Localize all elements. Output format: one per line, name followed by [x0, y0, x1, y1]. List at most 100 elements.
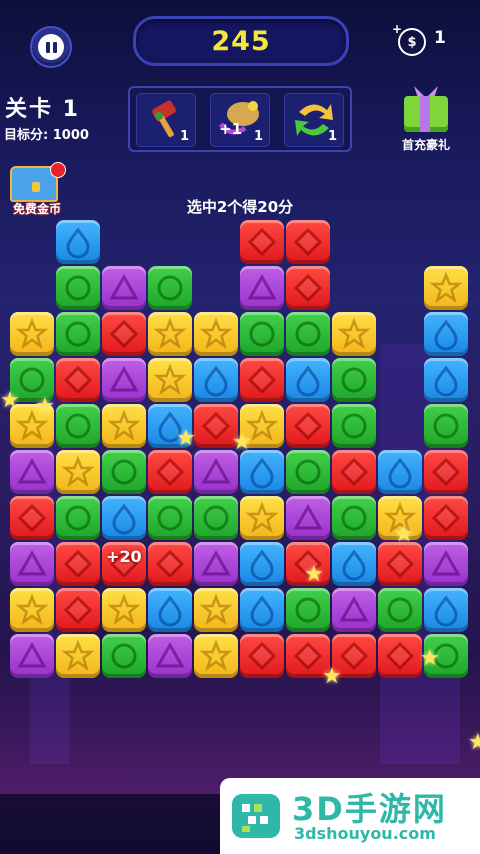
- blue-drop-tile[interactable]: [424, 588, 468, 632]
- yellow-star-tile[interactable]: [56, 634, 100, 678]
- purple-triangle-tile[interactable]: [10, 542, 54, 586]
- purple-triangle-tile[interactable]: [102, 266, 146, 310]
- drop-icon: [434, 595, 458, 627]
- green-circle-tile[interactable]: [286, 588, 330, 632]
- yellow-star-tile[interactable]: [10, 312, 54, 356]
- star-icon: [15, 317, 49, 350]
- red-diamond-tile[interactable]: [10, 496, 54, 540]
- diamond-icon: [431, 457, 461, 487]
- purple-triangle-tile[interactable]: [10, 634, 54, 678]
- red-diamond-tile[interactable]: [378, 542, 422, 586]
- red-diamond-tile[interactable]: [424, 496, 468, 540]
- purple-triangle-tile[interactable]: [424, 542, 468, 586]
- red-diamond-tile[interactable]: [286, 220, 330, 264]
- yellow-star-tile[interactable]: [194, 588, 238, 632]
- red-diamond-tile[interactable]: [102, 312, 146, 356]
- green-circle-tile[interactable]: [56, 266, 100, 310]
- green-circle-tile[interactable]: [194, 496, 238, 540]
- green-circle-tile[interactable]: [332, 358, 376, 402]
- red-diamond-tile[interactable]: [148, 542, 192, 586]
- purple-triangle-tile[interactable]: [10, 450, 54, 494]
- purple-triangle-tile[interactable]: [194, 450, 238, 494]
- green-circle-tile[interactable]: [148, 266, 192, 310]
- purple-triangle-tile[interactable]: [332, 588, 376, 632]
- blue-drop-tile[interactable]: [148, 588, 192, 632]
- diamond-icon: [17, 503, 47, 533]
- circle-icon: [341, 367, 367, 393]
- yellow-star-tile[interactable]: [102, 588, 146, 632]
- triangle-icon: [339, 595, 369, 622]
- blue-drop-tile[interactable]: [240, 450, 284, 494]
- blue-drop-tile[interactable]: [240, 542, 284, 586]
- drop-icon: [204, 365, 228, 397]
- red-diamond-tile[interactable]: [424, 450, 468, 494]
- yellow-star-tile[interactable]: [148, 358, 192, 402]
- blue-drop-tile[interactable]: [240, 588, 284, 632]
- yellow-star-tile[interactable]: [332, 312, 376, 356]
- green-circle-tile[interactable]: [286, 450, 330, 494]
- red-diamond-tile[interactable]: [56, 358, 100, 402]
- yellow-star-tile[interactable]: [10, 588, 54, 632]
- yellow-star-tile[interactable]: [194, 312, 238, 356]
- purple-triangle-tile[interactable]: [240, 266, 284, 310]
- yellow-star-tile[interactable]: [56, 450, 100, 494]
- blue-drop-tile[interactable]: [332, 542, 376, 586]
- red-diamond-tile[interactable]: [286, 266, 330, 310]
- blue-drop-tile[interactable]: [424, 358, 468, 402]
- green-circle-tile[interactable]: [332, 496, 376, 540]
- sparkle-star: ★: [232, 430, 252, 455]
- red-diamond-tile[interactable]: [240, 358, 284, 402]
- star-icon: [429, 271, 463, 304]
- green-circle-tile[interactable]: [240, 312, 284, 356]
- floating-points: +20: [106, 547, 142, 566]
- triangle-icon: [17, 457, 47, 484]
- star-icon: [61, 639, 95, 672]
- green-circle-tile[interactable]: [286, 312, 330, 356]
- site-watermark: 3D手游网 3dshouyou.com: [220, 778, 480, 854]
- red-diamond-tile[interactable]: [332, 450, 376, 494]
- green-circle-tile[interactable]: [332, 404, 376, 448]
- diamond-icon: [155, 457, 185, 487]
- blue-drop-tile[interactable]: [424, 312, 468, 356]
- blue-drop-tile[interactable]: [56, 220, 100, 264]
- green-circle-tile[interactable]: [378, 588, 422, 632]
- green-circle-tile[interactable]: [424, 404, 468, 448]
- blue-drop-tile[interactable]: [286, 358, 330, 402]
- purple-triangle-tile[interactable]: [194, 542, 238, 586]
- diamond-icon: [385, 549, 415, 579]
- red-diamond-tile[interactable]: [148, 450, 192, 494]
- yellow-star-tile[interactable]: [240, 496, 284, 540]
- red-diamond-tile[interactable]: [56, 588, 100, 632]
- circle-icon: [65, 505, 91, 531]
- yellow-star-tile[interactable]: [424, 266, 468, 310]
- green-circle-tile[interactable]: [56, 496, 100, 540]
- purple-triangle-tile[interactable]: [148, 634, 192, 678]
- purple-triangle-tile[interactable]: [102, 358, 146, 402]
- blue-drop-tile[interactable]: [102, 496, 146, 540]
- circle-icon: [295, 321, 321, 347]
- yellow-star-tile[interactable]: [102, 404, 146, 448]
- blue-drop-tile[interactable]: [378, 450, 422, 494]
- circle-icon: [65, 275, 91, 301]
- red-diamond-tile[interactable]: [240, 220, 284, 264]
- red-diamond-tile[interactable]: [56, 542, 100, 586]
- triangle-icon: [109, 365, 139, 392]
- yellow-star-tile[interactable]: [148, 312, 192, 356]
- green-circle-tile[interactable]: [102, 450, 146, 494]
- diamond-icon: [63, 595, 93, 625]
- red-diamond-tile[interactable]: [378, 634, 422, 678]
- circle-icon: [111, 643, 137, 669]
- green-circle-tile[interactable]: [56, 312, 100, 356]
- green-circle-tile[interactable]: [56, 404, 100, 448]
- sparkle-star: ★: [322, 664, 342, 689]
- diamond-icon: [293, 411, 323, 441]
- yellow-star-tile[interactable]: [194, 634, 238, 678]
- diamond-icon: [155, 549, 185, 579]
- red-diamond-tile[interactable]: [240, 634, 284, 678]
- triangle-icon: [201, 457, 231, 484]
- green-circle-tile[interactable]: [148, 496, 192, 540]
- green-circle-tile[interactable]: [102, 634, 146, 678]
- purple-triangle-tile[interactable]: [286, 496, 330, 540]
- blue-drop-tile[interactable]: [194, 358, 238, 402]
- red-diamond-tile[interactable]: [286, 404, 330, 448]
